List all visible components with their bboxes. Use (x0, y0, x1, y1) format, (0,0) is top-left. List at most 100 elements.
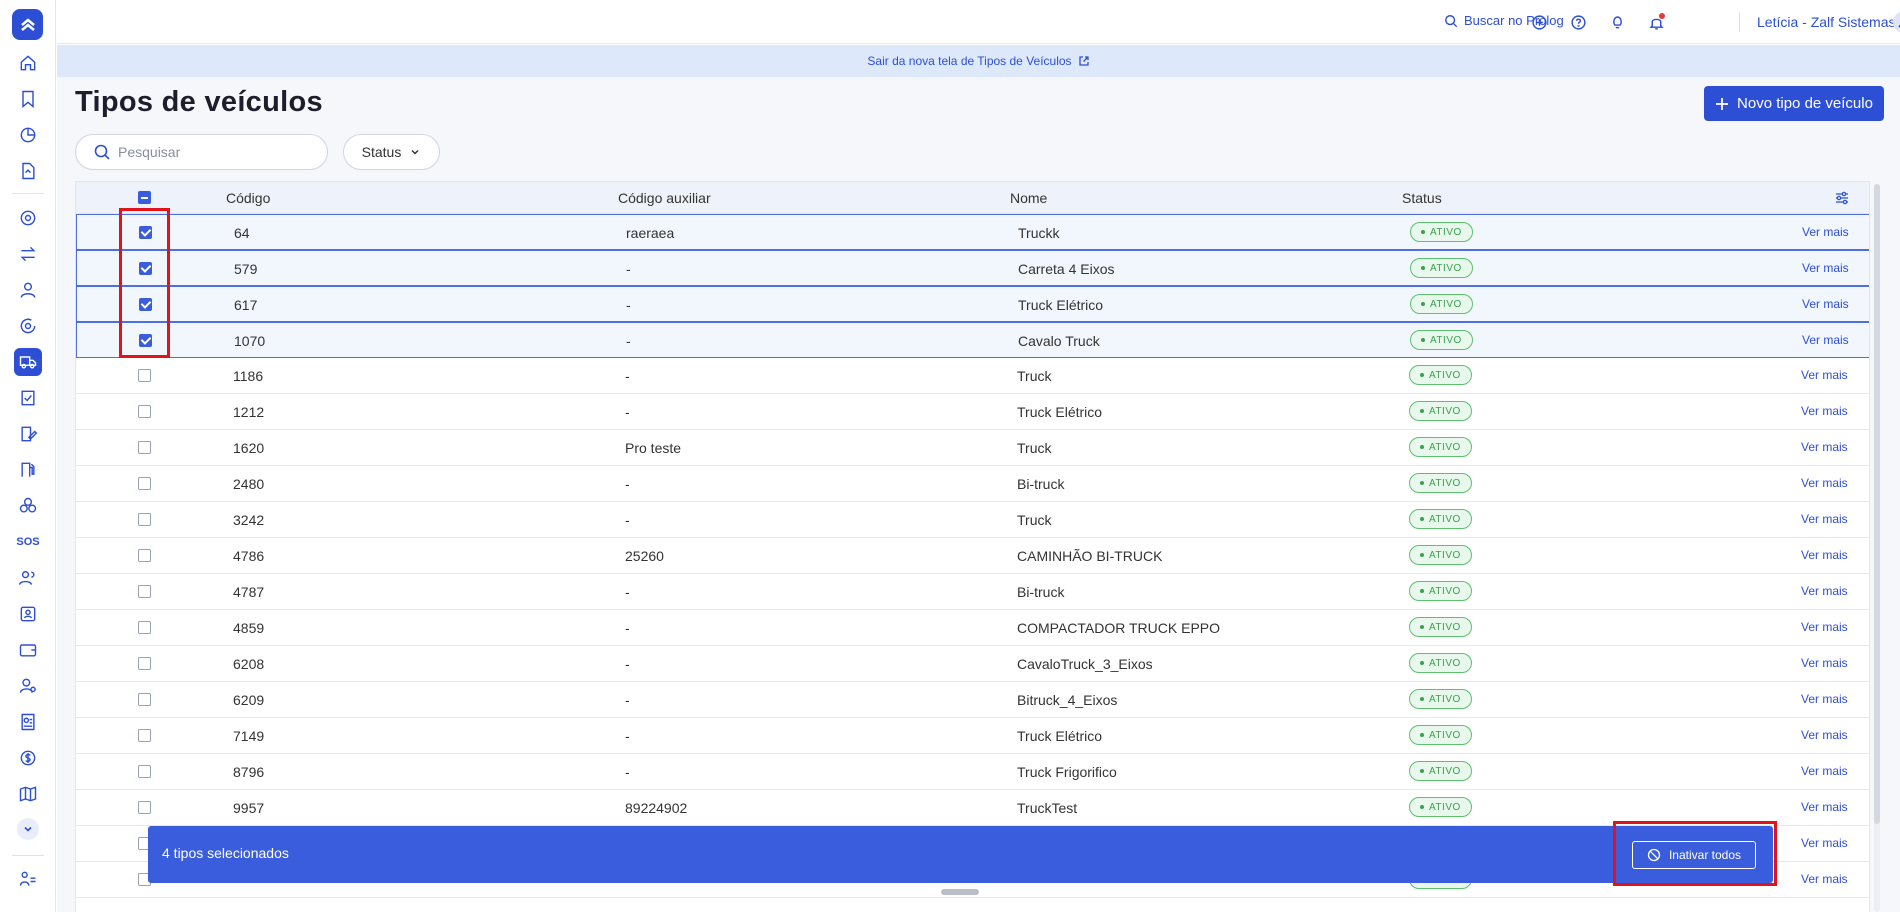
select-all-checkbox[interactable] (138, 191, 151, 204)
see-more-link[interactable]: Ver mais (1801, 584, 1848, 598)
see-more-link[interactable]: Ver mais (1801, 656, 1848, 670)
table-row[interactable]: 4786 25260 CAMINHÃO BI-TRUCK ATIVO Ver mais (76, 538, 1869, 574)
table-row[interactable]: 9957 89224902 TruckTest ATIVO Ver mais (76, 790, 1869, 826)
team-icon[interactable] (14, 672, 42, 700)
see-more-link[interactable]: Ver mais (1802, 333, 1849, 347)
column-settings-icon[interactable] (1834, 190, 1850, 211)
see-more-link[interactable]: Ver mais (1801, 512, 1848, 526)
row-checkbox[interactable] (138, 549, 151, 562)
table-row[interactable]: 4859 - COMPACTADOR TRUCK EPPO ATIVO Ver mais (76, 610, 1869, 646)
column-header-name[interactable]: Nome (1010, 190, 1047, 206)
see-more-link[interactable]: Ver mais (1801, 368, 1848, 382)
table-scrollbar-thumb[interactable] (1874, 184, 1880, 824)
see-more-link[interactable]: Ver mais (1801, 404, 1848, 418)
sos-icon[interactable]: SOS (14, 528, 42, 556)
see-more-link[interactable]: Ver mais (1802, 225, 1849, 239)
row-checkbox[interactable] (139, 262, 152, 275)
see-more-link[interactable]: Ver mais (1801, 800, 1848, 814)
search-icon (94, 144, 110, 160)
status-filter-button[interactable]: Status (343, 134, 440, 170)
see-more-link[interactable]: Ver mais (1801, 728, 1848, 742)
row-code: 3242 (233, 512, 265, 528)
lightbulb-icon[interactable] (1607, 12, 1627, 32)
transfer-icon[interactable] (14, 240, 42, 268)
prolog-logo[interactable] (12, 9, 43, 40)
id-card-icon[interactable] (14, 600, 42, 628)
hierarchy-icon[interactable] (14, 865, 42, 893)
row-checkbox[interactable] (138, 405, 151, 418)
contacts-icon[interactable] (14, 708, 42, 736)
home-icon[interactable] (14, 49, 42, 77)
truck-icon[interactable] (14, 348, 42, 376)
bookmark-icon[interactable] (14, 85, 42, 113)
row-checkbox[interactable] (138, 477, 151, 490)
see-more-link[interactable]: Ver mais (1801, 620, 1848, 634)
see-more-link[interactable]: Ver mais (1801, 476, 1848, 490)
checklist-icon[interactable] (14, 384, 42, 412)
user-icon[interactable] (14, 276, 42, 304)
row-checkbox[interactable] (138, 729, 151, 742)
see-more-link[interactable]: Ver mais (1801, 872, 1848, 886)
search-input[interactable]: Pesquisar (75, 134, 328, 170)
row-checkbox[interactable] (138, 621, 151, 634)
settings-cog-icon[interactable] (14, 204, 42, 232)
see-more-link[interactable]: Ver mais (1802, 261, 1849, 275)
table-row[interactable]: 6209 - Bitruck_4_Eixos ATIVO Ver mais (76, 682, 1869, 718)
row-checkbox[interactable] (139, 298, 152, 311)
table-row[interactable]: 3242 - Truck ATIVO Ver mais (76, 502, 1869, 538)
inactivate-all-button[interactable]: Inativar todos (1632, 841, 1756, 869)
row-checkbox[interactable] (138, 585, 151, 598)
chart-pie-icon[interactable] (14, 121, 42, 149)
column-header-status[interactable]: Status (1402, 190, 1442, 206)
users-icon[interactable] (14, 564, 42, 592)
help-icon[interactable] (1568, 12, 1588, 32)
see-more-link[interactable]: Ver mais (1801, 440, 1848, 454)
row-checkbox[interactable] (138, 765, 151, 778)
column-header-aux-code[interactable]: Código auxiliar (618, 190, 711, 206)
row-name: CavaloTruck_3_Eixos (1017, 656, 1153, 672)
bell-icon[interactable] (1646, 12, 1666, 32)
table-row[interactable]: 8796 - Truck Frigorifico ATIVO Ver mais (76, 754, 1869, 790)
table-row[interactable]: 4787 - Bi-truck ATIVO Ver mais (76, 574, 1869, 610)
table-row[interactable]: 64 raeraea Truckk ATIVO Ver mais (76, 214, 1869, 250)
user-name[interactable]: Letícia - Zalf Sistemas (1757, 14, 1896, 30)
table-row[interactable]: 1620 Pro teste Truck ATIVO Ver mais (76, 430, 1869, 466)
table-row[interactable]: 1212 - Truck Elétrico ATIVO Ver mais (76, 394, 1869, 430)
see-more-link[interactable]: Ver mais (1801, 548, 1848, 562)
see-more-link[interactable]: Ver mais (1801, 836, 1848, 850)
add-circle-icon[interactable] (1529, 12, 1549, 32)
row-code: 7149 (233, 728, 265, 744)
row-checkbox[interactable] (139, 226, 152, 239)
sidebar-expand-button[interactable] (17, 818, 39, 840)
table-row[interactable]: 617 - Truck Elétrico ATIVO Ver mais (76, 286, 1869, 322)
row-checkbox[interactable] (139, 334, 152, 347)
table-row[interactable]: 1070 - Cavalo Truck ATIVO Ver mais (76, 322, 1869, 358)
row-aux-code: - (625, 368, 630, 384)
refresh-user-icon[interactable] (14, 312, 42, 340)
new-vehicle-type-button[interactable]: Novo tipo de veículo (1704, 86, 1884, 121)
tires-icon[interactable] (14, 492, 42, 520)
money-icon[interactable] (14, 744, 42, 772)
see-more-link[interactable]: Ver mais (1801, 692, 1848, 706)
table-row[interactable]: 6208 - CavaloTruck_3_Eixos ATIVO Ver mais (76, 646, 1869, 682)
wallet-icon[interactable] (14, 636, 42, 664)
row-checkbox[interactable] (138, 513, 151, 526)
document-icon[interactable] (14, 157, 42, 185)
row-checkbox[interactable] (138, 369, 151, 382)
table-row[interactable]: 2480 - Bi-truck ATIVO Ver mais (76, 466, 1869, 502)
table-row[interactable]: 7149 - Truck Elétrico ATIVO Ver mais (76, 718, 1869, 754)
drag-handle[interactable] (941, 889, 979, 895)
row-checkbox[interactable] (138, 657, 151, 670)
fuel-icon[interactable] (14, 456, 42, 484)
map-icon[interactable] (14, 780, 42, 808)
see-more-link[interactable]: Ver mais (1801, 764, 1848, 778)
table-row[interactable]: 579 - Carreta 4 Eixos ATIVO Ver mais (76, 250, 1869, 286)
table-row[interactable]: 1186 - Truck ATIVO Ver mais (76, 358, 1869, 394)
legacy-screen-banner[interactable]: Sair da nova tela de Tipos de Veículos (57, 45, 1900, 77)
column-header-code[interactable]: Código (226, 190, 270, 206)
row-checkbox[interactable] (138, 693, 151, 706)
row-checkbox[interactable] (138, 441, 151, 454)
edit-doc-icon[interactable] (14, 420, 42, 448)
see-more-link[interactable]: Ver mais (1802, 297, 1849, 311)
row-checkbox[interactable] (138, 801, 151, 814)
